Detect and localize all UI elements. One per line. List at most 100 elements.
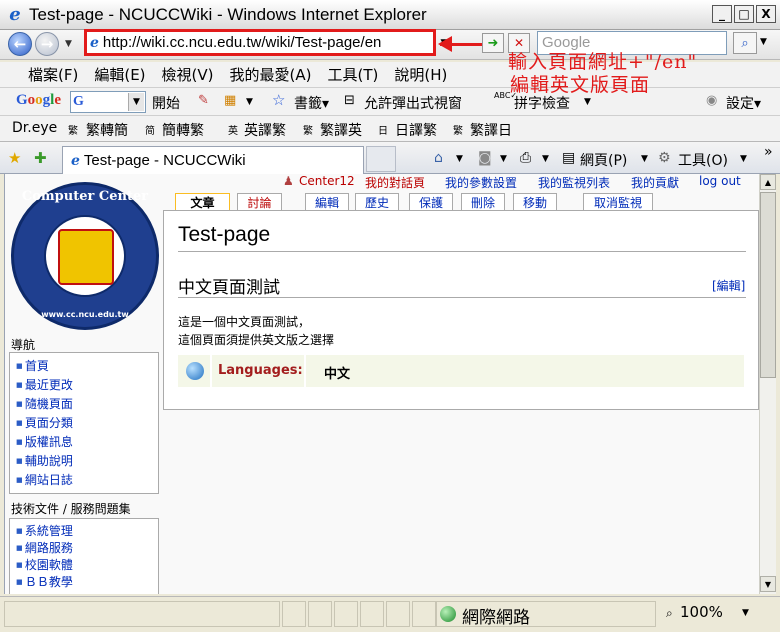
nav-help[interactable]: 輔助說明 [16, 452, 158, 471]
menu-file[interactable]: 檔案(F) [20, 64, 86, 85]
google-logo[interactable]: Google [16, 92, 61, 109]
nav-site-log[interactable]: 網站日誌 [16, 471, 158, 490]
dreye-trad-to-en[interactable]: 繁譯英 [320, 120, 362, 140]
tech-bb-tutorial[interactable]: ＢＢ教學 [16, 574, 158, 591]
new-tab-button[interactable] [366, 146, 396, 172]
tab-discussion[interactable]: 討論 [237, 193, 282, 211]
go-button[interactable]: ➜ [482, 33, 504, 53]
my-contributions-link[interactable]: 我的貢獻 [631, 174, 679, 191]
favorites-star-icon[interactable]: ★ [8, 149, 21, 167]
tab-protect[interactable]: 保護 [409, 193, 453, 211]
back-arrow-icon: ← [13, 35, 27, 53]
tab-delete[interactable]: 刪除 [461, 193, 505, 211]
popup-blocker-button[interactable]: 允許彈出式視窗 [364, 93, 462, 113]
nav-main-page[interactable]: 首頁 [16, 357, 158, 376]
google-search-dropdown-icon[interactable]: ▼ [128, 93, 144, 111]
nav-categories[interactable]: 頁面分類 [16, 414, 158, 433]
tech-campus-software[interactable]: 校園軟體 [16, 557, 158, 574]
feeds-dropdown-icon[interactable]: ▼ [500, 154, 507, 164]
tools-dropdown-icon[interactable]: ▼ [740, 154, 747, 164]
google-start-button[interactable]: 開始 [152, 93, 180, 113]
home-dropdown-icon[interactable]: ▼ [456, 154, 463, 164]
title-divider [178, 251, 746, 252]
scroll-thumb[interactable] [760, 192, 776, 378]
toolbar-overflow-icon[interactable]: » [764, 144, 773, 160]
languages-separator [210, 355, 212, 387]
page-dropdown-icon[interactable]: ▼ [641, 154, 648, 164]
feeds-icon[interactable]: ◙ [478, 150, 492, 166]
address-bar[interactable]: e http://wiki.cc.ncu.edu.tw/wiki/Test-pa… [84, 29, 436, 56]
tech-system-admin[interactable]: 系統管理 [16, 523, 158, 540]
close-button[interactable]: X [756, 5, 776, 23]
my-preferences-link[interactable]: 我的參數設置 [445, 174, 517, 191]
dreye-en-to-trad[interactable]: 英譯繁 [244, 120, 286, 140]
bookmarks-button[interactable]: 書籤▾ [294, 93, 329, 113]
history-dropdown-icon[interactable]: ▼ [65, 39, 72, 49]
dreye-simp-to-trad[interactable]: 簡轉繁 [162, 120, 204, 140]
nav-random-page[interactable]: 隨機頁面 [16, 395, 158, 414]
news-icon[interactable]: ▦ [224, 93, 236, 108]
languages-label: Languages: [218, 363, 303, 378]
tab-move[interactable]: 移動 [513, 193, 557, 211]
menu-view[interactable]: 檢視(V) [154, 64, 222, 85]
menu-help[interactable]: 說明(H) [386, 64, 455, 85]
maximize-button[interactable]: □ [734, 5, 754, 23]
dreye-trad-to-jp[interactable]: 繁譯日 [470, 120, 512, 140]
minimize-button[interactable]: _ [712, 5, 732, 23]
menu-tools[interactable]: 工具(T) [319, 64, 386, 85]
scroll-up-icon[interactable]: ▲ [760, 174, 776, 190]
add-favorite-icon[interactable]: ✚ [34, 149, 47, 167]
forward-button[interactable]: → [35, 32, 59, 56]
settings-circle-icon: ◉ [706, 93, 718, 108]
dreye-jp-to-trad[interactable]: 日譯繁 [395, 120, 437, 140]
zoom-level[interactable]: 100% [680, 603, 723, 621]
dreye-brand[interactable]: Dr.eye [12, 120, 57, 136]
edit-section-link[interactable]: [編輯] [712, 277, 745, 294]
google-g-icon: G [73, 94, 84, 109]
my-talk-link[interactable]: 我的對話頁 [365, 174, 425, 191]
address-url[interactable]: http://wiki.cc.ncu.edu.tw/wiki/Test-page… [103, 34, 381, 51]
languages-separator [304, 355, 306, 387]
print-icon[interactable]: ⎙ [520, 150, 531, 166]
nav-copyright[interactable]: 版權訊息 [16, 433, 158, 452]
zoom-magnifier-icon: ⌕ [666, 606, 673, 620]
search-dropdown-icon[interactable]: ▼ [760, 37, 767, 47]
search-button[interactable]: ⌕ [733, 32, 757, 54]
scroll-down-icon[interactable]: ▼ [760, 576, 776, 592]
settings-button[interactable]: 設定▾ [726, 93, 761, 113]
tab-edit[interactable]: 編輯 [305, 193, 349, 211]
page-menu[interactable]: 網頁(P) [580, 150, 627, 170]
status-segment [308, 601, 332, 627]
stop-button[interactable]: ✕ [508, 33, 530, 53]
dreye-trad-to-simp[interactable]: 繁轉簡 [86, 120, 128, 140]
zoom-dropdown-icon[interactable]: ▼ [742, 608, 749, 618]
tab-test-page[interactable]: e Test-page - NCUCCWiki [62, 146, 364, 174]
menu-edit[interactable]: 編輯(E) [86, 64, 153, 85]
ie-logo-icon: e [9, 4, 21, 25]
print-dropdown-icon[interactable]: ▼ [542, 154, 549, 164]
tools-gear-icon: ⚙ [658, 150, 671, 166]
tech-network-service[interactable]: 網路服務 [16, 540, 158, 557]
home-icon[interactable]: ⌂ [434, 150, 443, 166]
tools-menu[interactable]: 工具(O) [678, 150, 728, 170]
nav-recent-changes[interactable]: 最近更改 [16, 376, 158, 395]
pagerank-icon[interactable]: ✎ [198, 93, 209, 108]
status-text-area [4, 601, 280, 627]
spellcheck-dropdown-icon[interactable]: ▼ [584, 97, 591, 107]
status-segment [360, 601, 384, 627]
menu-favorites[interactable]: 我的最愛(A) [222, 64, 320, 85]
language-chinese[interactable]: 中文 [324, 363, 350, 382]
tab-article[interactable]: 文章 [175, 193, 230, 211]
google-search-input[interactable]: G ▼ [70, 91, 146, 113]
edit-section-anchor[interactable]: [編輯] [712, 279, 745, 293]
user-link[interactable]: Center12 [299, 174, 355, 188]
tab-history[interactable]: 歷史 [355, 193, 399, 211]
my-watchlist-link[interactable]: 我的監視列表 [538, 174, 610, 191]
logout-link[interactable]: log out [699, 174, 741, 188]
computer-center-logo[interactable]: Computer Center www.cc.ncu.edu.tw [11, 182, 159, 330]
tab-unwatch[interactable]: 取消監視 [583, 193, 653, 211]
news-dropdown-icon[interactable]: ▼ [246, 97, 253, 107]
stop-x-icon: ✕ [513, 36, 525, 50]
back-button[interactable]: ← [8, 32, 32, 56]
vertical-scrollbar[interactable]: ▲ ▼ [759, 174, 776, 594]
